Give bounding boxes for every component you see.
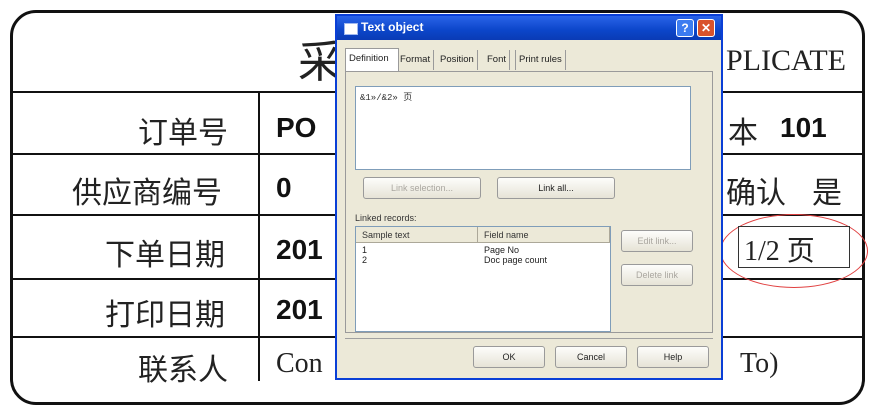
close-icon[interactable]: ✕ [697,19,715,37]
text-definition-field[interactable]: &1»/&2» 页 [355,86,691,170]
contact-value: Con [276,348,323,379]
list-item-sample[interactable]: 2 [362,255,367,265]
duplicate-label: PLICATE [726,44,846,77]
cancel-button[interactable]: Cancel [555,346,627,368]
edit-link-button[interactable]: Edit link... [621,230,693,252]
supplier-number-label: 供应商编号 [72,176,222,211]
list-item-field[interactable]: Doc page count [484,255,547,265]
list-item-sample[interactable]: 1 [362,245,367,255]
column-header-sample-text[interactable]: Sample text [356,227,478,243]
linked-records-list[interactable]: Sample text Field name 1 Page No 2 Doc p… [355,226,611,332]
order-date-value: 201 [276,234,323,265]
window-icon [344,23,358,35]
footer-divider [345,338,713,339]
version-label: 本 [728,116,758,151]
list-item-field[interactable]: Page No [484,245,519,255]
tab-font[interactable]: Font [484,50,511,70]
linked-records-label: Linked records: [355,213,417,223]
help-button[interactable]: Help [637,346,709,368]
column-divider [258,91,260,381]
dialog-title: Text object [361,20,424,34]
tab-format[interactable]: Format [397,50,435,70]
tab-position[interactable]: Position [437,50,478,70]
delete-link-button[interactable]: Delete link [621,264,693,286]
column-header-field-name[interactable]: Field name [478,227,610,243]
order-number-label: 订单号 [138,116,228,151]
contact-label: 联系人 [138,353,228,388]
confirm-value: 是 [812,176,842,211]
order-number-value: PO [276,112,317,143]
confirm-label: 确认 [726,176,786,211]
page-indicator-text: 1/2 页 [744,236,815,267]
tab-print-rules[interactable]: Print rules [515,50,566,70]
dialog-title-bar[interactable]: Text object ? ✕ [337,16,721,40]
help-icon[interactable]: ? [676,19,694,37]
tab-definition[interactable]: Definition [345,48,399,71]
link-all-button[interactable]: Link all... [497,177,615,199]
supplier-number-value: 0 [276,172,292,203]
order-date-label: 下单日期 [105,238,225,273]
text-object-dialog: Text object ? ✕ Definition Format Positi… [335,14,723,380]
version-value: 101 [780,112,827,143]
print-date-value: 201 [276,294,323,325]
link-selection-button[interactable]: Link selection... [363,177,481,199]
print-date-label: 打印日期 [105,298,225,333]
ok-button[interactable]: OK [473,346,545,368]
contact-suffix: To) [740,348,779,379]
